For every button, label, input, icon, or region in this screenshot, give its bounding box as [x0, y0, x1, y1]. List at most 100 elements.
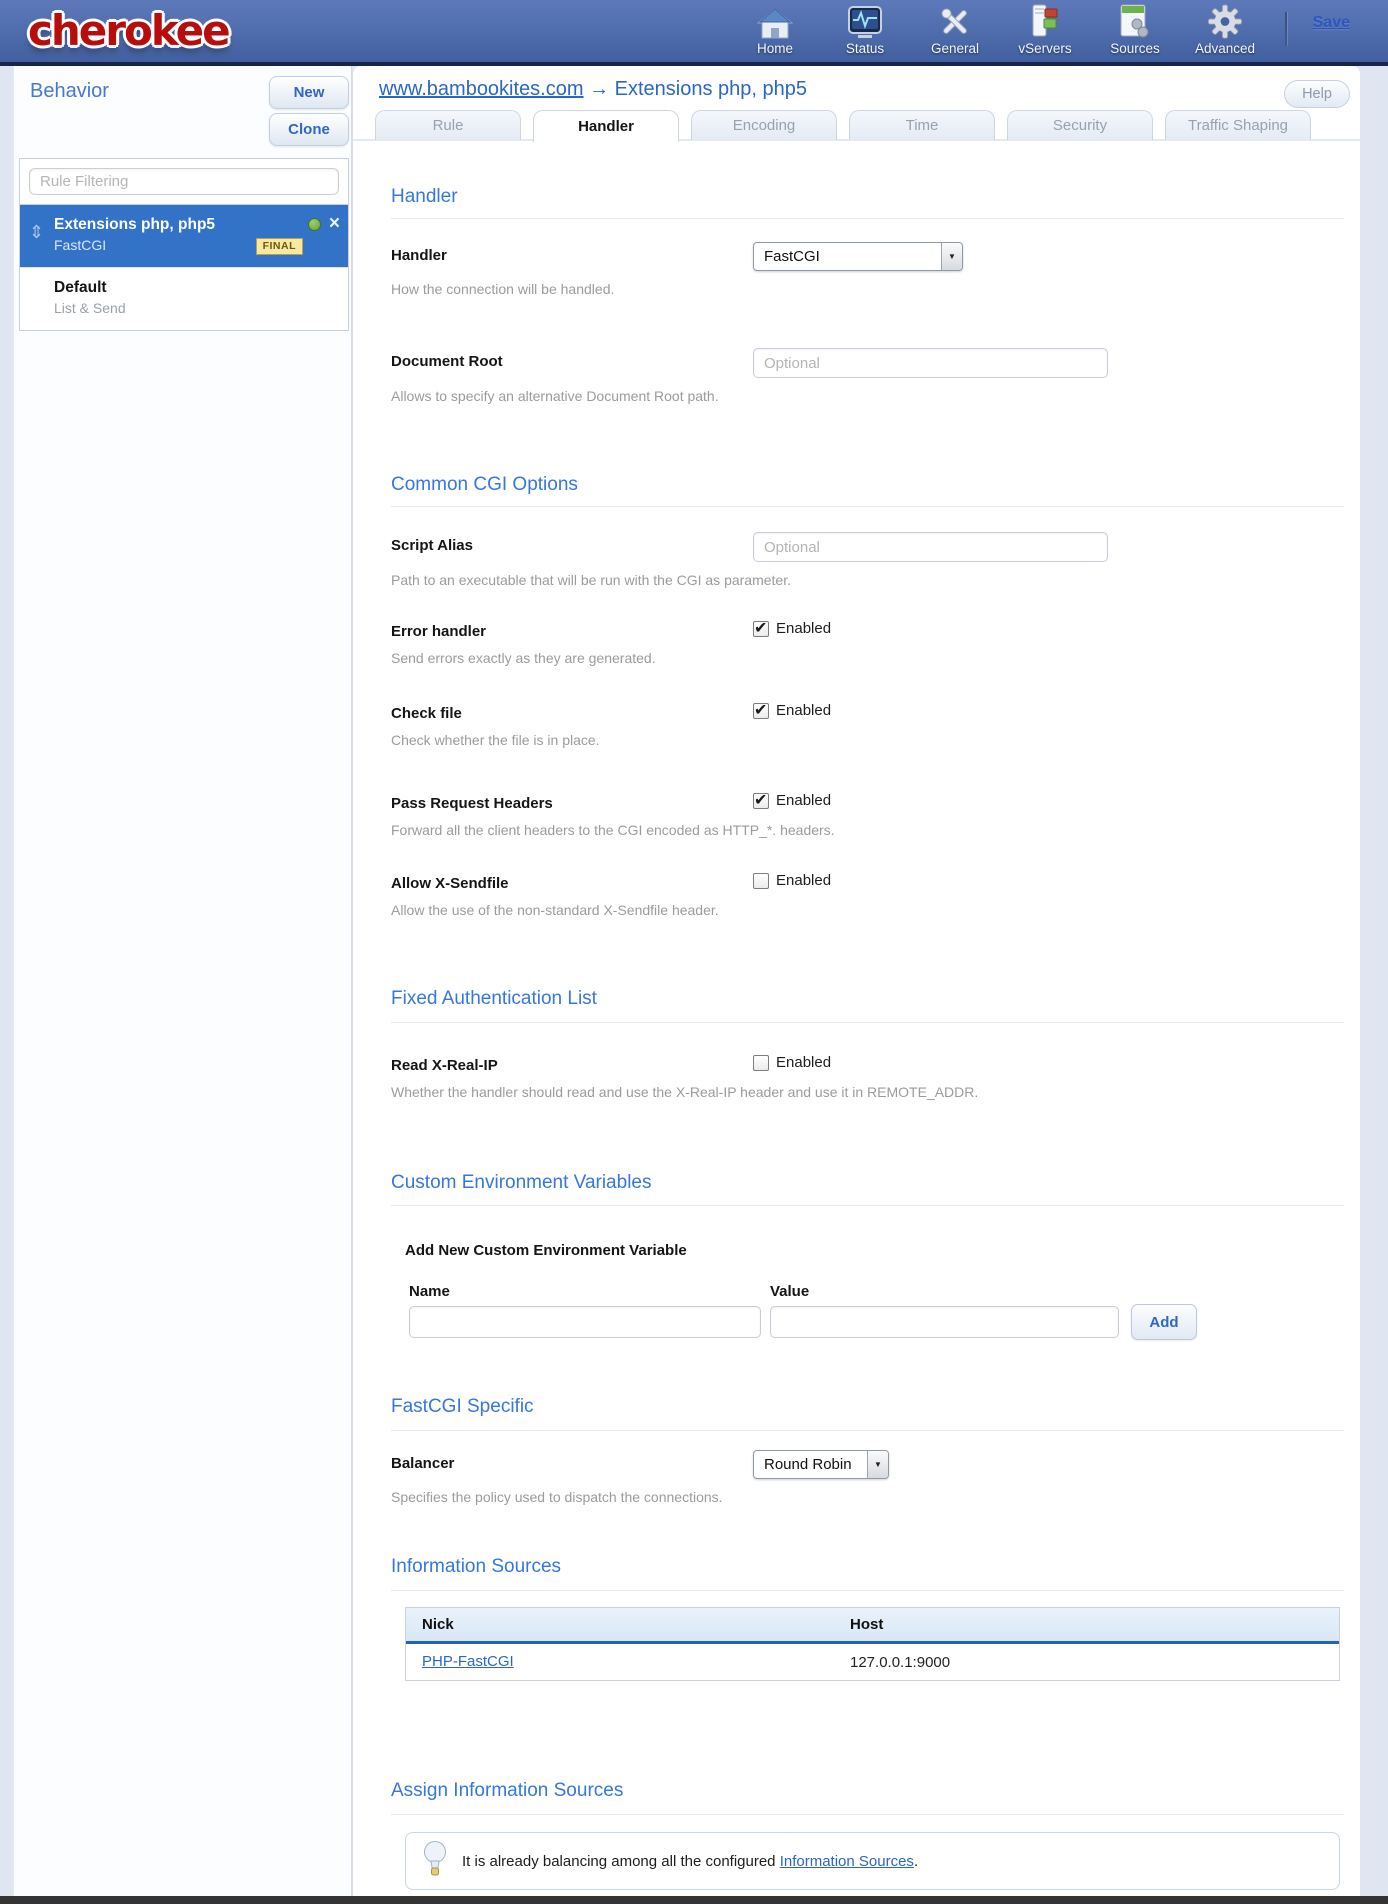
nav-item-sources[interactable]: Sources: [1094, 3, 1176, 56]
source-host: 127.0.0.1:9000: [850, 1654, 950, 1671]
read-x-real-ip-checkbox[interactable]: [753, 1055, 769, 1071]
field-description: Allows to specify an alternative Documen…: [391, 388, 1320, 404]
form-row-handler: Handler FastCGI ▼ How the connection wil…: [391, 242, 1320, 297]
tab-rule[interactable]: Rule: [375, 110, 521, 140]
clone-rule-button[interactable]: Clone: [269, 113, 349, 146]
rule-row-extensions-php[interactable]: ⇕ Extensions php, php5 FastCGI × FINAL: [20, 204, 348, 267]
nav-item-advanced[interactable]: Advanced: [1184, 3, 1266, 56]
rule-filter-input[interactable]: [29, 168, 339, 195]
top-navigation-bar: cherokee Home Status General vServers: [0, 0, 1388, 66]
name-column-label: Name: [409, 1283, 450, 1300]
env-name-input[interactable]: [409, 1306, 761, 1338]
tab-traffic-shaping[interactable]: Traffic Shaping: [1165, 110, 1311, 140]
field-description: Path to an executable that will be run w…: [391, 572, 1320, 588]
section-divider: [391, 506, 1344, 507]
error-handler-checkbox[interactable]: [753, 621, 769, 637]
env-value-input[interactable]: [770, 1306, 1119, 1338]
behavior-sidebar: Behavior New Clone ⇕ Extensions php, php…: [13, 66, 352, 1896]
source-nick-link[interactable]: PHP-FastCGI: [422, 1653, 514, 1670]
rule-enabled-indicator[interactable]: [308, 218, 321, 231]
pass-request-headers-checkbox[interactable]: [753, 793, 769, 809]
field-label: Error handler: [391, 618, 753, 640]
field-label: Pass Request Headers: [391, 790, 753, 812]
env-variable-form: Name Value Add: [409, 1283, 1320, 1342]
value-column-label: Value: [770, 1283, 809, 1300]
checkbox-label: Enabled: [776, 620, 831, 637]
column-header-host: Host: [850, 1616, 883, 1633]
section-title-information-sources: Information Sources: [391, 1556, 561, 1578]
nav-item-status[interactable]: Status: [824, 3, 906, 56]
information-sources-link[interactable]: Information Sources: [780, 1853, 914, 1870]
section-title-fixed-auth: Fixed Authentication List: [391, 988, 597, 1010]
sidebar-title: Behavior: [30, 80, 109, 103]
nav-item-vservers[interactable]: vServers: [1004, 3, 1086, 56]
breadcrumb-separator: →: [589, 78, 609, 100]
general-icon: [938, 3, 972, 39]
save-button[interactable]: Save: [1313, 14, 1350, 32]
note-prefix: It is already balancing among all the co…: [462, 1853, 780, 1870]
tab-security[interactable]: Security: [1007, 110, 1153, 140]
handler-select[interactable]: FastCGI ▼: [753, 242, 963, 271]
field-label: Balancer: [391, 1450, 753, 1472]
main-nav: Home Status General vServers Sources: [734, 3, 1266, 56]
lightbulb-icon: [422, 1840, 448, 1883]
allow-x-sendfile-checkbox[interactable]: [753, 873, 769, 889]
form-row-script-alias: Script Alias Path to an executable that …: [391, 532, 1320, 588]
tab-encoding[interactable]: Encoding: [691, 110, 837, 140]
document-root-input[interactable]: [753, 348, 1108, 378]
form-row-error-handler: Error handler Enabled Send errors exactl…: [391, 618, 1320, 666]
balancer-select[interactable]: Round Robin ▼: [753, 1450, 889, 1479]
script-alias-input[interactable]: [753, 532, 1108, 562]
note-suffix: .: [914, 1853, 918, 1870]
section-title-fastcgi: FastCGI Specific: [391, 1396, 534, 1418]
bottom-edge-strip: [0, 1896, 1388, 1904]
section-title-custom-env: Custom Environment Variables: [391, 1172, 651, 1194]
field-description: Specifies the policy used to dispatch th…: [391, 1489, 1320, 1505]
nav-item-home[interactable]: Home: [734, 3, 816, 56]
check-file-checkbox[interactable]: [753, 703, 769, 719]
checkbox-label: Enabled: [776, 872, 831, 889]
final-badge: FINAL: [256, 238, 303, 255]
form-row-check-file: Check file Enabled Check whether the fil…: [391, 700, 1320, 748]
rule-row-default[interactable]: Default List & Send: [20, 267, 348, 330]
field-description: Whether the handler should read and use …: [391, 1084, 1320, 1100]
home-icon: [757, 3, 793, 39]
new-rule-button[interactable]: New: [269, 76, 349, 109]
dropdown-arrow-icon: ▼: [941, 243, 962, 270]
section-title-common-cgi: Common CGI Options: [391, 474, 578, 496]
section-divider: [391, 1205, 1344, 1206]
advanced-icon: [1207, 3, 1243, 39]
section-divider: [391, 1590, 1344, 1591]
tab-bar: Rule Handler Encoding Time Security Traf…: [375, 110, 1311, 142]
rule-name: Default: [54, 279, 336, 297]
status-icon: [848, 3, 882, 39]
dropdown-arrow-icon: ▼: [867, 1451, 888, 1478]
field-label: Document Root: [391, 348, 753, 370]
tab-time[interactable]: Time: [849, 110, 995, 140]
balancing-note: It is already balancing among all the co…: [405, 1832, 1340, 1890]
checkbox-label: Enabled: [776, 1054, 831, 1071]
add-new-env-subtitle: Add New Custom Environment Variable: [405, 1242, 1320, 1259]
table-row: PHP-FastCGI 127.0.0.1:9000: [406, 1644, 1339, 1680]
nav-item-general[interactable]: General: [914, 3, 996, 56]
drag-handle-icon[interactable]: ⇕: [29, 222, 44, 243]
add-env-button[interactable]: Add: [1131, 1304, 1197, 1340]
nav-label: vServers: [1018, 41, 1071, 56]
tab-handler[interactable]: Handler: [533, 110, 679, 142]
field-label: Handler: [391, 242, 753, 264]
nav-label: Advanced: [1195, 41, 1255, 56]
vserver-link[interactable]: www.bambookites.com: [379, 78, 584, 100]
field-description: How the connection will be handled.: [391, 281, 1320, 297]
section-divider: [391, 1814, 1344, 1815]
rule-name: Extensions php, php5: [54, 216, 336, 234]
cherokee-logo: cherokee: [28, 6, 229, 55]
field-description: Forward all the client headers to the CG…: [391, 822, 1320, 838]
note-text: It is already balancing among all the co…: [462, 1853, 918, 1870]
form-row-balancer: Balancer Round Robin ▼ Specifies the pol…: [391, 1450, 1320, 1505]
checkbox-label: Enabled: [776, 702, 831, 719]
help-button[interactable]: Help: [1284, 80, 1350, 108]
field-description: Send errors exactly as they are generate…: [391, 650, 1320, 666]
selected-value: FastCGI: [754, 243, 941, 270]
delete-rule-icon[interactable]: ×: [329, 213, 340, 235]
nav-divider: [1285, 12, 1287, 46]
